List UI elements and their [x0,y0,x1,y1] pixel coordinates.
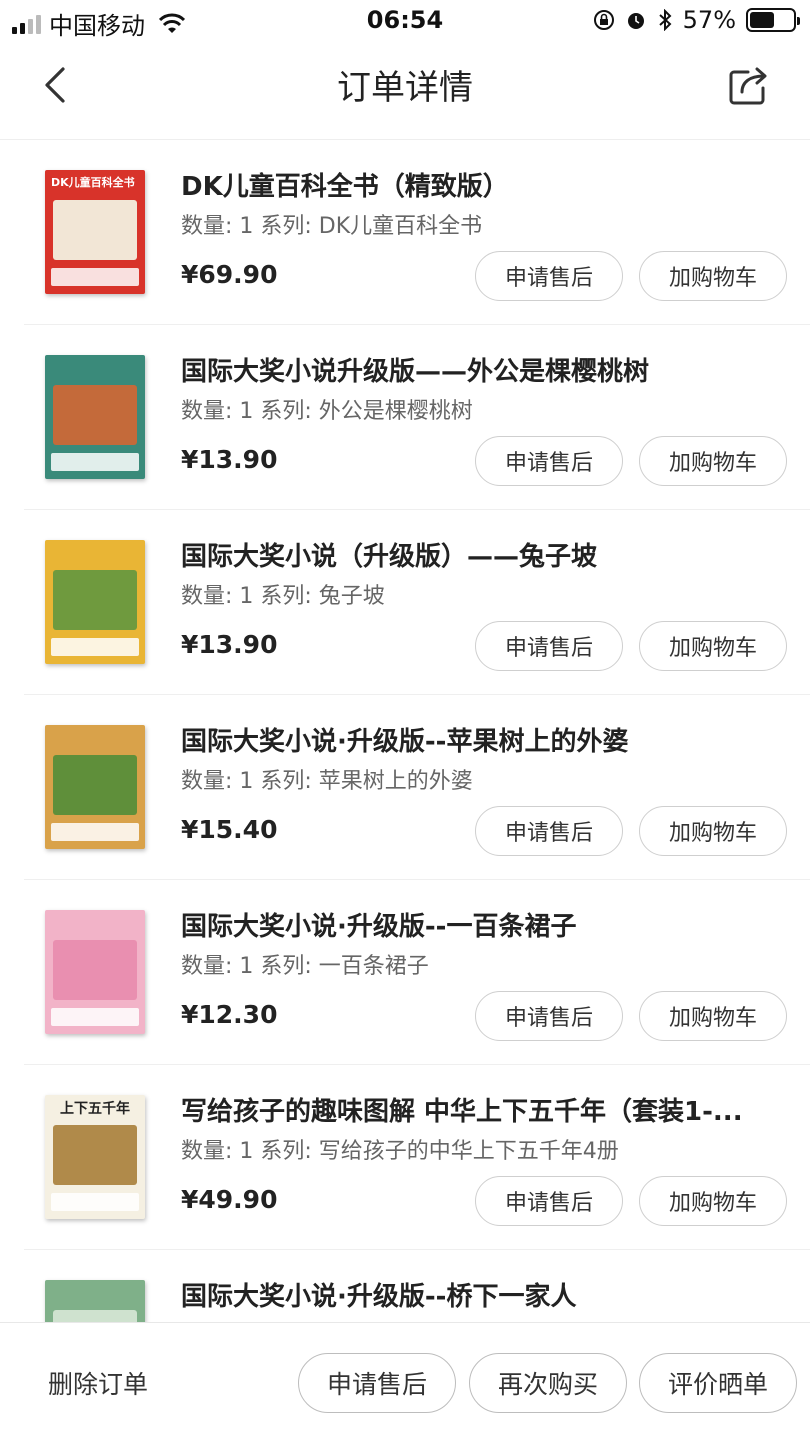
item-meta: 数量: 1 系列: 苹果树上的外婆 [181,769,473,794]
book-cover-illustration [53,570,137,630]
wifi-icon [159,13,185,33]
book-cover-image [45,355,145,479]
book-cover[interactable] [36,1276,154,1322]
book-cover[interactable] [36,721,154,853]
book-cover[interactable] [36,536,154,668]
item-meta: 数量: 1 系列: 写给孩子的中华上下五千年4册 [181,1139,619,1164]
review-order-button[interactable]: 评价晒单 [639,1353,797,1413]
status-bar: 中国移动 06:54 57% [0,0,810,44]
bottom-action-bar: 删除订单 申请售后 再次购买 评价晒单 [0,1322,810,1440]
book-cover-footer [51,823,139,841]
order-items-list[interactable]: DK儿童百科全书 DK儿童百科全书（精致版） 数量: 1 系列: DK儿童百科全… [0,140,810,1322]
item-add-to-cart-button[interactable]: 加购物车 [639,621,787,671]
item-after-sale-button[interactable]: 申请售后 [475,991,623,1041]
battery-percent: 57% [682,6,736,34]
order-item[interactable]: 国际大奖小说（升级版）——兔子坡 数量: 1 系列: 兔子坡 ¥13.90 申请… [24,510,810,695]
book-cover-image: DK儿童百科全书 [45,170,145,294]
order-item[interactable]: 国际大奖小说·升级版--一百条裙子 数量: 1 系列: 一百条裙子 ¥12.30… [24,880,810,1065]
order-item[interactable]: 国际大奖小说·升级版--苹果树上的外婆 数量: 1 系列: 苹果树上的外婆 ¥1… [24,695,810,880]
book-cover-image [45,540,145,664]
item-name[interactable]: 国际大奖小说升级版——外公是棵樱桃树 [181,351,781,388]
book-cover-footer [51,268,139,286]
share-button[interactable] [724,60,774,110]
page-title: 订单详情 [337,68,473,108]
item-price: ¥13.90 [181,445,278,474]
order-item[interactable]: DK儿童百科全书 DK儿童百科全书（精致版） 数量: 1 系列: DK儿童百科全… [24,140,810,325]
status-left: 中国移动 [12,6,185,41]
book-cover[interactable]: 上下五千年 [36,1091,154,1223]
item-add-to-cart-button[interactable]: 加购物车 [639,991,787,1041]
book-cover-image: 上下五千年 [45,1095,145,1219]
item-after-sale-button[interactable]: 申请售后 [475,621,623,671]
status-right: 57% [593,6,800,34]
battery-fill [750,12,774,28]
item-meta: 数量: 1 系列: 外公是棵樱桃树 [181,399,473,424]
item-name[interactable]: 写给孩子的趣味图解 中华上下五千年（套装1-... [181,1091,781,1128]
book-cover[interactable] [36,351,154,483]
item-meta: 数量: 1 系列: DK儿童百科全书 [181,214,483,239]
book-cover-image [45,725,145,849]
book-cover-footer [51,453,139,471]
nav-bar: 订单详情 [0,44,810,140]
book-cover-illustration [53,940,137,1000]
book-cover-illustration [53,755,137,815]
item-meta: 数量: 1 系列: 兔子坡 [181,584,385,609]
item-add-to-cart-button[interactable]: 加购物车 [639,251,787,301]
item-after-sale-button[interactable]: 申请售后 [475,251,623,301]
book-cover-text: DK儿童百科全书 [51,176,135,189]
bluetooth-icon [658,9,672,31]
buy-again-button[interactable]: 再次购买 [469,1353,627,1413]
item-after-sale-button[interactable]: 申请售后 [475,436,623,486]
item-name[interactable]: 国际大奖小说·升级版--桥下一家人 [181,1276,781,1313]
book-cover-text: 上下五千年 [60,1101,130,1117]
battery-icon [746,8,800,32]
item-price: ¥12.30 [181,1000,278,1029]
item-after-sale-button[interactable]: 申请售后 [475,806,623,856]
order-item[interactable]: 国际大奖小说·升级版--桥下一家人 数量: 1 系列: 桥下一家人 申请售后 加… [24,1250,810,1322]
item-name[interactable]: 国际大奖小说（升级版）——兔子坡 [181,536,781,573]
signal-icon [12,14,41,34]
order-item[interactable]: 国际大奖小说升级版——外公是棵樱桃树 数量: 1 系列: 外公是棵樱桃树 ¥13… [24,325,810,510]
apply-after-sale-button[interactable]: 申请售后 [298,1353,456,1413]
book-cover-illustration [53,385,137,445]
rotation-lock-icon [593,10,614,30]
book-cover-footer [51,638,139,656]
book-cover-image [45,910,145,1034]
item-after-sale-button[interactable]: 申请售后 [475,1176,623,1226]
item-meta: 数量: 1 系列: 一百条裙子 [181,954,429,979]
share-icon [729,67,767,105]
item-name[interactable]: DK儿童百科全书（精致版） [181,166,781,203]
item-add-to-cart-button[interactable]: 加购物车 [639,1176,787,1226]
alarm-icon [627,13,644,29]
item-price: ¥15.40 [181,815,278,844]
delete-order-button[interactable]: 删除订单 [48,1365,148,1401]
item-price: ¥49.90 [181,1185,278,1214]
item-add-to-cart-button[interactable]: 加购物车 [639,806,787,856]
book-cover-footer [51,1193,139,1211]
item-price: ¥13.90 [181,630,278,659]
book-cover-footer [51,1008,139,1026]
book-cover-illustration [53,200,137,260]
item-name[interactable]: 国际大奖小说·升级版--一百条裙子 [181,906,781,943]
item-price: ¥69.90 [181,260,278,289]
carrier-label: 中国移动 [49,12,145,40]
book-cover[interactable]: DK儿童百科全书 [36,166,154,298]
back-button[interactable] [30,60,80,110]
book-cover[interactable] [36,906,154,1038]
book-cover-image [45,1280,145,1322]
chevron-left-icon [45,67,65,103]
book-cover-illustration [53,1125,137,1185]
order-item[interactable]: 上下五千年 写给孩子的趣味图解 中华上下五千年（套装1-... 数量: 1 系列… [24,1065,810,1250]
book-cover-illustration [53,1310,137,1322]
item-name[interactable]: 国际大奖小说·升级版--苹果树上的外婆 [181,721,781,758]
item-add-to-cart-button[interactable]: 加购物车 [639,436,787,486]
